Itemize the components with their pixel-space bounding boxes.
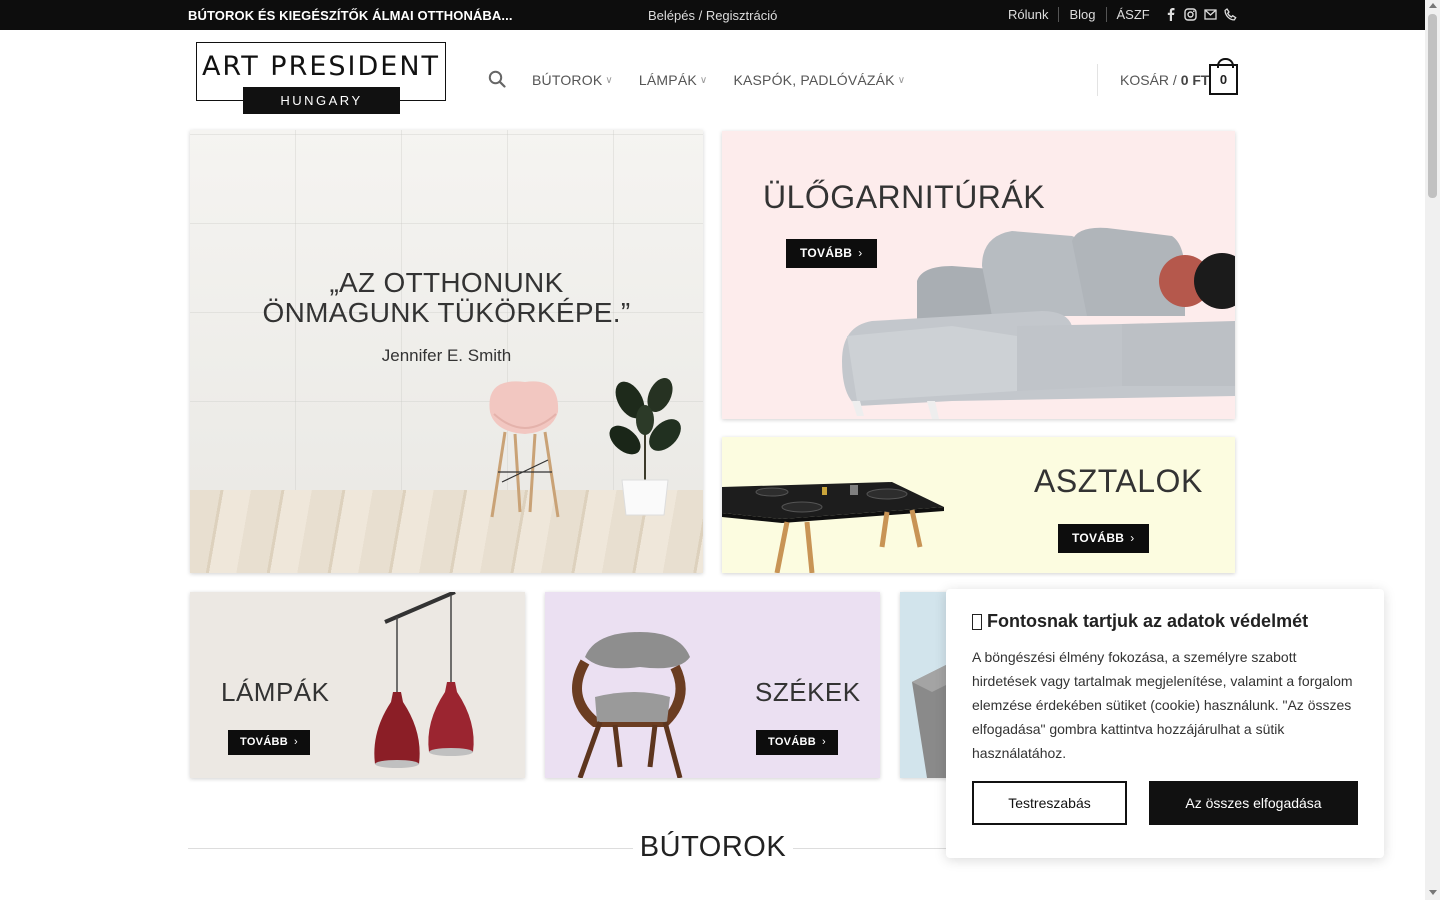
tovabb-button[interactable]: TOVÁBB › bbox=[786, 239, 877, 268]
sofa-illustration bbox=[842, 227, 1235, 419]
hero-quote: „AZ OTTHONUNK ÖNMAGUNK TÜKÖRKÉPE.” bbox=[262, 267, 631, 328]
logo-sub-text: HUNGARY bbox=[243, 87, 400, 114]
email-icon[interactable] bbox=[1204, 8, 1218, 22]
section-title: BÚTOROK bbox=[639, 831, 787, 863]
cart-count-icon[interactable]: 0 bbox=[1209, 58, 1238, 95]
login-register-link[interactable]: Belépés / Regisztráció bbox=[648, 8, 777, 23]
tovabb-button[interactable]: TOVÁBB › bbox=[228, 730, 311, 755]
chevron-right-icon: › bbox=[822, 736, 827, 748]
main-nav: BÚTOROK ∨ LÁMPÁK ∨ KASPÓK, PADLÓVÁZÁK ∨ bbox=[488, 70, 931, 90]
chair-illustration bbox=[489, 381, 560, 518]
cookie-title: Fontosnak tartjuk az adatok védelmét bbox=[972, 611, 1308, 632]
lamp-illustration bbox=[374, 592, 474, 768]
chevron-down-icon: ∨ bbox=[699, 74, 708, 86]
cookie-text: A böngészési élmény fokozása, a személyr… bbox=[972, 649, 1353, 761]
tovabb-button[interactable]: TOVÁBB › bbox=[756, 730, 839, 755]
tagline: BÚTOROK ÉS KIEGÉSZÍTŐK ÁLMAI OTTHONÁBA..… bbox=[188, 8, 513, 23]
banner-asztalok[interactable]: ASZTALOK TOVÁBB › bbox=[722, 437, 1235, 573]
cart-link[interactable]: KOSÁR / 0 FT bbox=[1120, 72, 1209, 88]
armchair-illustration bbox=[572, 632, 690, 778]
logo-main-text: ART PRESIDENT bbox=[201, 51, 441, 82]
banner-title: ASZTALOK bbox=[1034, 463, 1203, 499]
chevron-down-icon: ∨ bbox=[897, 74, 906, 86]
banner-title: ÜLŐGARNITÚRÁK bbox=[763, 179, 1046, 215]
chevron-right-icon: › bbox=[1130, 531, 1135, 545]
section-divider bbox=[188, 848, 633, 849]
chevron-right-icon: › bbox=[858, 246, 863, 260]
blog-link[interactable]: Blog bbox=[1058, 7, 1105, 22]
banner-lampak[interactable]: LÁMPÁK TOVÁBB › bbox=[190, 592, 525, 778]
hero-banner[interactable]: „AZ OTTHONUNK ÖNMAGUNK TÜKÖRKÉPE.” Jenni… bbox=[190, 130, 703, 573]
plant-illustration bbox=[609, 378, 681, 516]
scroll-down-icon[interactable] bbox=[1429, 890, 1437, 895]
header-divider bbox=[1097, 64, 1098, 96]
terms-link[interactable]: ÁSZF bbox=[1105, 7, 1160, 22]
facebook-icon[interactable] bbox=[1164, 8, 1178, 22]
section-divider bbox=[793, 848, 946, 849]
search-icon[interactable] bbox=[488, 70, 508, 90]
phone-icon[interactable] bbox=[1224, 8, 1238, 22]
customize-button[interactable]: Testreszabás bbox=[972, 781, 1127, 825]
hero-author: Jennifer E. Smith bbox=[381, 346, 512, 365]
scroll-thumb[interactable] bbox=[1428, 14, 1437, 198]
cookie-consent-dialog: Fontosnak tartjuk az adatok védelmét A b… bbox=[946, 589, 1384, 858]
top-links: Rólunk Blog ÁSZF bbox=[1008, 7, 1238, 22]
accept-all-button[interactable]: Az összes elfogadása bbox=[1149, 781, 1358, 825]
site-logo[interactable]: ART PRESIDENT HUNGARY bbox=[196, 42, 446, 114]
scroll-up-icon[interactable] bbox=[1429, 3, 1437, 8]
instagram-icon[interactable] bbox=[1184, 8, 1198, 22]
cookie-icon bbox=[972, 613, 982, 630]
chevron-right-icon: › bbox=[294, 736, 299, 748]
banner-szekek[interactable]: SZÉKEK TOVÁBB › bbox=[545, 592, 880, 778]
table-illustration bbox=[722, 482, 944, 573]
nav-item-butorok[interactable]: BÚTOROK ∨ bbox=[532, 72, 613, 88]
banner-title: SZÉKEK bbox=[755, 677, 861, 707]
about-link[interactable]: Rólunk bbox=[1008, 7, 1058, 22]
nav-item-kaspok[interactable]: KASPÓK, PADLÓVÁZÁK ∨ bbox=[733, 72, 905, 88]
nav-item-lampak[interactable]: LÁMPÁK ∨ bbox=[639, 72, 708, 88]
top-bar: BÚTOROK ÉS KIEGÉSZÍTŐK ÁLMAI OTTHONÁBA..… bbox=[0, 0, 1425, 30]
tovabb-button[interactable]: TOVÁBB › bbox=[1058, 524, 1149, 553]
page-scrollbar[interactable] bbox=[1425, 0, 1440, 900]
banner-title: LÁMPÁK bbox=[221, 677, 330, 707]
banner-ulogarniturak[interactable]: ÜLŐGARNITÚRÁK TOVÁBB › bbox=[722, 131, 1235, 419]
chevron-down-icon: ∨ bbox=[605, 74, 613, 86]
